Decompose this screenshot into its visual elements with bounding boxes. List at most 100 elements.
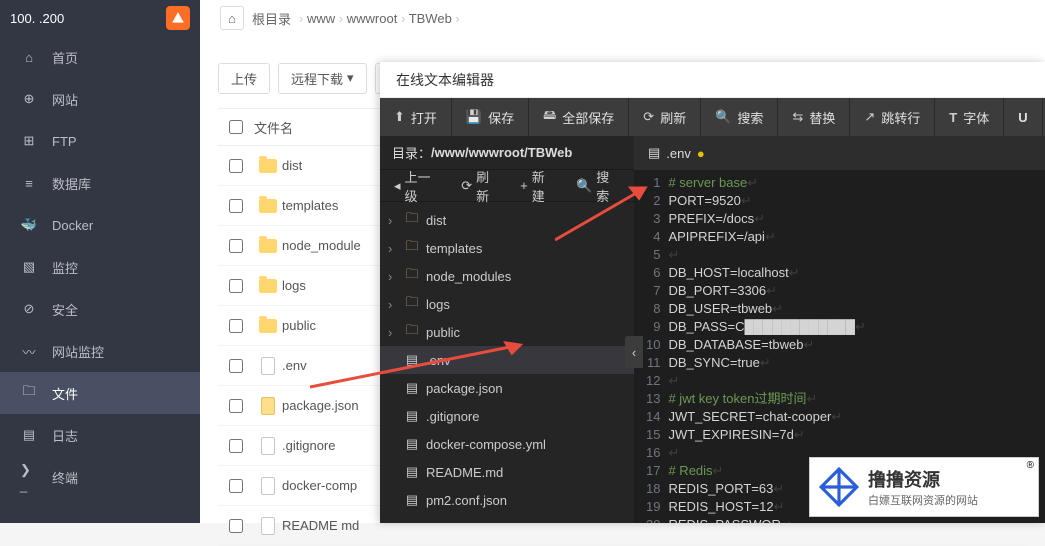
search-button[interactable]: 🔍搜索 [701, 98, 778, 136]
tree-item-label: .gitignore [426, 409, 479, 424]
save-button[interactable]: 💾保存 [452, 98, 529, 136]
code-line[interactable]: REDIS_PASSWOR↵ [668, 516, 865, 523]
sidebar-item-9[interactable]: ▤日志 [0, 414, 200, 456]
column-name[interactable]: 文件名 [254, 118, 293, 137]
remote-download-button[interactable]: 远程下载 ▾ [278, 63, 367, 94]
sidebar-item-1[interactable]: ⊕网站 [0, 78, 200, 120]
code-line[interactable]: DB_USER=tbweb↵ [668, 300, 865, 318]
collapse-handle[interactable]: ‹ [625, 336, 643, 368]
sidebar-item-4[interactable]: 🐳Docker [0, 204, 200, 246]
row-checkbox[interactable] [229, 439, 243, 453]
sidebar-item-8[interactable]: 🗀文件 [0, 372, 200, 414]
file-name: templates [282, 198, 338, 213]
sidebar-label: FTP [52, 134, 77, 149]
panel-search-button[interactable]: 🔍搜索 [568, 164, 628, 208]
line-number: 10 [646, 336, 660, 354]
row-checkbox[interactable] [229, 159, 243, 173]
up-level-button[interactable]: ◂上一级 [386, 164, 449, 208]
caret-icon: › [388, 297, 398, 312]
line-number: 2 [646, 192, 660, 210]
sidebar-item-3[interactable]: ≡数据库 [0, 162, 200, 204]
sidebar-icon: ⊞ [20, 133, 38, 149]
line-number: 19 [646, 498, 660, 516]
sidebar-item-6[interactable]: ⊘安全 [0, 288, 200, 330]
tree-item[interactable]: ▤ .env [380, 346, 634, 374]
replace-button[interactable]: ⇆替换 [778, 98, 850, 136]
row-checkbox[interactable] [229, 519, 243, 533]
code-line[interactable]: # server base↵ [668, 174, 865, 192]
breadcrumb-part[interactable]: wwwroot [347, 11, 398, 26]
tree-item[interactable]: › 🗀 public [380, 318, 634, 346]
row-checkbox[interactable] [229, 319, 243, 333]
sidebar-item-10[interactable]: ❯_终端 [0, 456, 200, 498]
breadcrumb-part[interactable]: TBWeb [409, 11, 452, 26]
home-icon[interactable]: ⌂ [220, 6, 244, 30]
sidebar-item-5[interactable]: ▧监控 [0, 246, 200, 288]
code-line[interactable]: PORT=9520↵ [668, 192, 865, 210]
tree-item[interactable]: › 🗀 dist [380, 206, 634, 234]
sidebar-item-0[interactable]: ⌂ 首页 [0, 36, 200, 78]
tree-item[interactable]: › 🗀 node_modules [380, 262, 634, 290]
code-line[interactable]: APIPREFIX=/api↵ [668, 228, 865, 246]
file-icon: ▤ [648, 145, 660, 161]
line-number: 8 [646, 300, 660, 318]
sidebar-item-2[interactable]: ⊞ FTP [0, 120, 200, 162]
code-line[interactable]: DB_HOST=localhost↵ [668, 264, 865, 282]
badge-icon[interactable] [166, 6, 190, 30]
tree-item[interactable]: ▤ docker-compose.yml [380, 430, 634, 458]
sidebar-label: 首页 [52, 48, 78, 67]
file-name: README md [282, 518, 359, 533]
file-icon: ▤ [404, 380, 420, 396]
tree-item[interactable]: › 🗀 logs [380, 290, 634, 318]
line-number: 20 [646, 516, 660, 523]
code-line[interactable]: ↵ [668, 372, 865, 390]
row-checkbox[interactable] [229, 399, 243, 413]
upload-button[interactable]: 上传 [218, 63, 270, 94]
tree-item[interactable]: ▤ README.md [380, 458, 634, 486]
sidebar-icon: ⌂ [20, 50, 38, 65]
breadcrumb-part[interactable]: www [307, 11, 335, 26]
save-all-button[interactable]: 🖴全部保存 [529, 98, 629, 136]
chevron-right-icon: › [299, 11, 303, 26]
plus-icon: + [520, 178, 528, 193]
code-line[interactable]: PREFIX=/docs↵ [668, 210, 865, 228]
code-line[interactable]: DB_SYNC=true↵ [668, 354, 865, 372]
row-checkbox[interactable] [229, 239, 243, 253]
font-button[interactable]: T字体 [935, 98, 1004, 136]
refresh-icon: ⟳ [643, 109, 654, 125]
tree-item[interactable]: ▤ .gitignore [380, 402, 634, 430]
select-all-checkbox[interactable] [229, 120, 243, 134]
sidebar-icon: ▧ [20, 259, 38, 275]
sidebar-item-7[interactable]: 〰网站监控 [0, 330, 200, 372]
file-icon: ▤ [404, 408, 420, 424]
tree-item[interactable]: › 🗀 templates [380, 234, 634, 262]
panel-refresh-button[interactable]: ⟳刷新 [453, 164, 508, 208]
code-line[interactable]: DB_PORT=3306↵ [668, 282, 865, 300]
tree-item[interactable]: ▤ pm2.conf.json [380, 486, 634, 514]
file-tab[interactable]: ▤.env ● [634, 136, 1045, 170]
line-number: 18 [646, 480, 660, 498]
code-line[interactable]: ↵ [668, 246, 865, 264]
u-button[interactable]: U [1004, 98, 1042, 136]
sidebar-label: Docker [52, 218, 93, 233]
file-name: .env [282, 358, 307, 373]
code-line[interactable]: DB_DATABASE=tbweb↵ [668, 336, 865, 354]
line-number: 13 [646, 390, 660, 408]
row-checkbox[interactable] [229, 359, 243, 373]
code-line[interactable]: JWT_SECRET=chat-cooper↵ [668, 408, 865, 426]
row-checkbox[interactable] [229, 199, 243, 213]
refresh-button[interactable]: ⟳刷新 [629, 98, 701, 136]
code-line[interactable]: DB_PASS=C████████████↵ [668, 318, 865, 336]
goto-button[interactable]: ↗跳转行 [850, 98, 935, 136]
panel-new-button[interactable]: +新建 [512, 164, 564, 208]
file-name: .gitignore [282, 438, 335, 453]
line-number: 14 [646, 408, 660, 426]
open-button[interactable]: ⬆打开 [380, 98, 452, 136]
tree-item[interactable]: ▤ package.json [380, 374, 634, 402]
breadcrumb-root[interactable]: 根目录 [252, 9, 291, 28]
row-checkbox[interactable] [229, 279, 243, 293]
folder-icon [259, 159, 277, 173]
row-checkbox[interactable] [229, 479, 243, 493]
code-line[interactable]: JWT_EXPIRESIN=7d↵ [668, 426, 865, 444]
code-line[interactable]: # jwt key token过期时间↵ [668, 390, 865, 408]
